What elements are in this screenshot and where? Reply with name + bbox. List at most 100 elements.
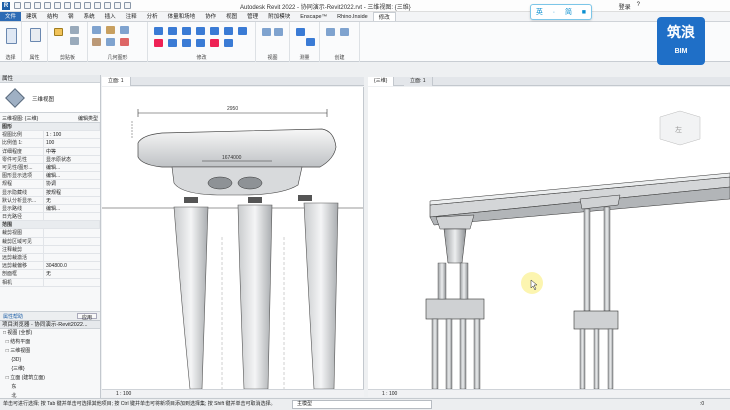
3d-view[interactable]: 左 (368, 87, 730, 389)
property-value[interactable] (44, 229, 100, 236)
delete-icon[interactable] (210, 39, 219, 47)
split-icon[interactable] (168, 39, 177, 47)
section-icon[interactable] (124, 2, 131, 9)
property-value[interactable]: 无 (44, 270, 100, 277)
property-value[interactable]: 协调 (44, 180, 100, 187)
property-row[interactable]: 显示隐藏线 按规程 (0, 188, 100, 197)
tab-elevation-1[interactable]: 立面: 1 (102, 77, 131, 86)
view-instance-selector[interactable]: 三维视图: {三维} 编辑类型 (0, 113, 100, 123)
apply-button[interactable]: 应用 (76, 313, 97, 321)
viewcube[interactable]: 左 (659, 110, 701, 146)
property-value[interactable]: 1 : 100 (44, 131, 100, 138)
ime-lang[interactable]: 英 (536, 7, 543, 17)
property-row[interactable]: 图形显示选项 编辑... (0, 172, 100, 181)
ribbon-tab-1[interactable]: 建筑 (21, 12, 42, 21)
prop-section-graphics[interactable]: 图形 (0, 123, 100, 132)
workset-selector[interactable]: 主模型 (292, 400, 432, 409)
user-login[interactable]: 登录 (619, 2, 631, 11)
cut-geometry-icon[interactable] (106, 26, 115, 34)
mirror-axis-icon[interactable] (182, 27, 191, 35)
print-icon[interactable] (64, 2, 71, 9)
ribbon-tab-11[interactable]: 管理 (242, 12, 263, 21)
property-value[interactable]: 304800.0 (44, 262, 100, 269)
redo-icon[interactable] (54, 2, 61, 9)
property-value[interactable] (44, 246, 100, 253)
right-view-scale[interactable]: 1 : 100 (382, 391, 397, 397)
tag-icon[interactable] (94, 2, 101, 9)
ime-punct[interactable]: 简 (565, 7, 572, 17)
ribbon-tab-10[interactable]: 视图 (221, 12, 242, 21)
property-row[interactable]: 裁剪视图 (0, 229, 100, 238)
mirror-draw-icon[interactable] (196, 27, 205, 35)
trim-icon[interactable] (154, 39, 163, 47)
ribbon-tab-9[interactable]: 协作 (200, 12, 221, 21)
property-row[interactable]: 剖面框无 (0, 270, 100, 279)
property-row[interactable]: 裁剪区域可见 (0, 237, 100, 246)
property-value[interactable] (44, 254, 100, 261)
property-row[interactable]: 相机 (0, 278, 100, 287)
browser-tree-item[interactable]: □ 结构平面 (3, 338, 100, 347)
property-row[interactable]: 远剪裁激活 (0, 254, 100, 263)
ribbon-tab-15[interactable]: 修改 (372, 12, 396, 21)
sync-icon[interactable] (34, 2, 41, 9)
copy-elements-icon[interactable] (224, 27, 233, 35)
array-icon[interactable] (182, 39, 191, 47)
ribbon-tab-3[interactable]: 钢 (63, 12, 79, 21)
ribbon-tab-7[interactable]: 分析 (142, 12, 163, 21)
ime-toolbar[interactable]: 英 · 简 ■ (530, 4, 592, 20)
property-row[interactable]: 默认分析显示... 无 (0, 196, 100, 205)
tab-elevation-1-right[interactable]: 立面: 1 (404, 77, 433, 86)
property-value[interactable]: 编辑... (44, 164, 100, 171)
prop-section-extents[interactable]: 范围 (0, 221, 100, 230)
ribbon-tab-6[interactable]: 注释 (121, 12, 142, 21)
undo-icon[interactable] (44, 2, 51, 9)
ribbon-tab-12[interactable]: 附加模块 (263, 12, 295, 21)
property-value[interactable] (44, 213, 100, 220)
property-value[interactable]: 按规程 (44, 189, 100, 196)
rotate-icon[interactable] (238, 27, 247, 35)
ribbon-tab-13[interactable]: Enscape™ (295, 12, 332, 21)
cut-icon[interactable] (70, 26, 79, 34)
property-row[interactable]: 详细程度 中等 (0, 147, 100, 156)
ribbon-tab-8[interactable]: 体量和场地 (163, 12, 201, 21)
override-graphics-icon[interactable] (274, 28, 283, 36)
property-value[interactable]: 中等 (44, 148, 100, 155)
modify-cursor-icon[interactable] (6, 28, 17, 44)
left-view-scale[interactable]: 1 : 100 (116, 391, 131, 397)
properties-icon[interactable] (30, 28, 41, 42)
property-row[interactable]: 视图比例 1 : 100 (0, 131, 100, 140)
property-value[interactable]: 编辑... (44, 205, 100, 212)
offset-icon[interactable] (168, 27, 177, 35)
property-value[interactable] (44, 238, 100, 245)
help-icon[interactable]: ? (637, 2, 640, 11)
create-group-icon[interactable] (340, 28, 349, 36)
open-icon[interactable] (14, 2, 21, 9)
dimension-icon[interactable] (84, 2, 91, 9)
ribbon-tab-14[interactable]: Rhino.Inside (332, 12, 373, 21)
ribbon-tab-4[interactable]: 系统 (79, 12, 100, 21)
text-icon[interactable] (104, 2, 111, 9)
tab-3d-view[interactable]: {三维} (368, 77, 395, 86)
property-value[interactable]: 无 (44, 197, 100, 204)
browser-tree-item[interactable]: □ 视图 (全部) (3, 329, 100, 338)
edit-type-button[interactable]: 编辑类型 (78, 115, 98, 122)
browser-tree-item[interactable]: {三维} (3, 365, 100, 374)
paint-icon[interactable] (106, 38, 115, 46)
property-value[interactable]: 100 (44, 139, 100, 146)
ribbon-tab-2[interactable]: 结构 (42, 12, 63, 21)
property-row[interactable]: 零件可见性 显示原状态 (0, 155, 100, 164)
measure-tool-icon[interactable] (296, 28, 305, 36)
property-row[interactable]: 日光路径 (0, 213, 100, 222)
property-row[interactable]: 远剪裁偏移 304800.0 (0, 262, 100, 271)
app-logo[interactable]: R (2, 2, 10, 10)
3d-view-icon[interactable] (114, 2, 121, 9)
move-icon[interactable] (210, 27, 219, 35)
copy-icon[interactable] (70, 37, 79, 45)
paste-icon[interactable] (54, 28, 63, 36)
split-face-icon[interactable] (92, 38, 101, 46)
property-row[interactable]: 可见性/图形... 编辑... (0, 163, 100, 173)
property-value[interactable]: 显示原状态 (44, 156, 100, 163)
browser-tree-item[interactable]: □ 三维视图 (3, 347, 100, 356)
elevation-view[interactable]: 2950 1674000 (102, 87, 364, 389)
join-icon[interactable] (120, 26, 129, 34)
